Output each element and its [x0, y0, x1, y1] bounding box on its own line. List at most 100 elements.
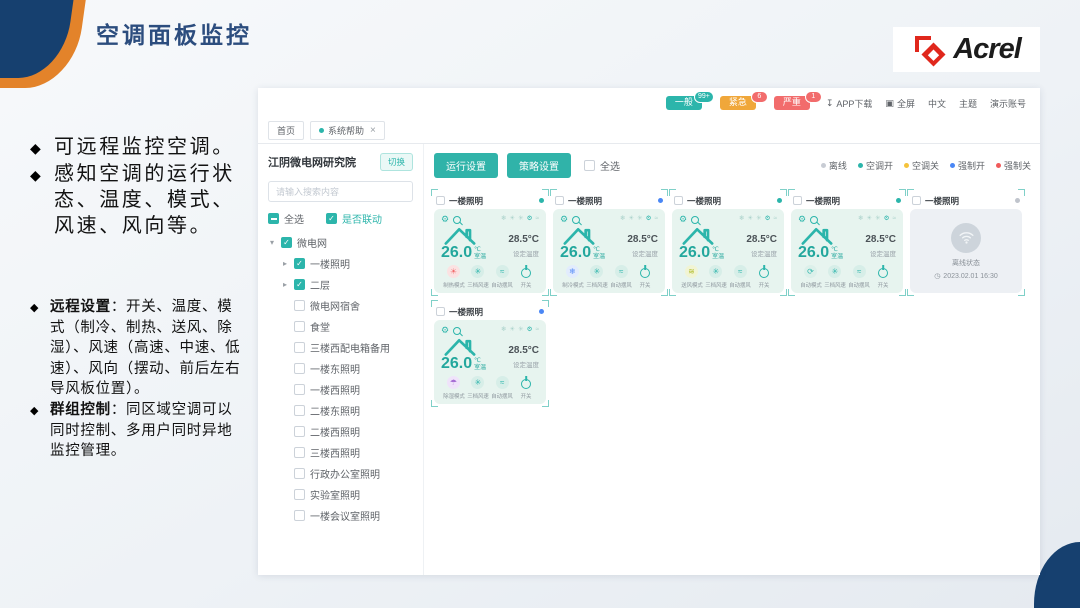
header-link[interactable]: 演示账号 [990, 97, 1026, 110]
card-checkbox[interactable] [674, 196, 683, 205]
zoom-icon[interactable] [572, 215, 581, 224]
header-link[interactable]: 中文 [928, 97, 946, 110]
power-button[interactable]: 开关 [515, 266, 538, 289]
settings-icon[interactable]: ⚙ [441, 215, 449, 224]
tree-checkbox[interactable] [294, 426, 305, 437]
card-checkbox[interactable] [436, 307, 445, 316]
ac-card[interactable]: 一楼照明 ⚙ ❄ ☀ ✳ ⚙ ≈ 26.0 ℃ 室温 [431, 189, 549, 296]
tree-checkbox[interactable] [294, 300, 305, 311]
caret-icon[interactable]: ▸ [281, 259, 289, 268]
tree-item[interactable]: 一楼西照明 [268, 379, 413, 400]
alarm-pill[interactable]: 紧急 6 [719, 90, 768, 111]
swing-button[interactable]: ≈ 自动摆风 [491, 265, 514, 289]
swing-button[interactable]: ≈ 自动摆风 [491, 376, 514, 400]
header-link[interactable]: 主题 [959, 97, 977, 110]
tree-checkbox[interactable] [294, 384, 305, 395]
tree-checkbox[interactable] [294, 258, 305, 269]
tree-item[interactable]: 二楼东照明 [268, 400, 413, 421]
swing-button[interactable]: ≈ 自动摆风 [848, 265, 871, 289]
tree-item[interactable]: 实验室照明 [268, 484, 413, 505]
close-icon[interactable]: × [370, 125, 376, 136]
tree-checkbox[interactable] [294, 342, 305, 353]
ac-card[interactable]: 一楼照明 ⚙ ❄ ☀ ✳ ⚙ ≈ 26.0 ℃ 室温 [550, 189, 668, 296]
mode-button[interactable]: ❄ 制冷模式 [561, 265, 584, 289]
search-input[interactable] [268, 181, 413, 202]
card-checkbox[interactable] [793, 196, 802, 205]
tree-item[interactable]: 行政办公室照明 [268, 463, 413, 484]
zoom-icon[interactable] [453, 215, 462, 224]
power-button[interactable]: 开关 [753, 266, 776, 289]
nav-tab[interactable]: 系统帮助 × [310, 121, 385, 140]
cards-select-all-checkbox[interactable] [584, 160, 595, 171]
fan-speed-button[interactable]: ✳ 三档风速 [823, 265, 846, 289]
mode-button[interactable]: ☂ 除湿模式 [442, 376, 465, 400]
mini-mode-icon: ✳ [875, 215, 881, 223]
zoom-icon[interactable] [691, 215, 700, 224]
settings-icon[interactable]: ⚙ [560, 215, 568, 224]
swing-icon: ≈ [614, 265, 628, 278]
mini-mode-icon: ≈ [535, 215, 539, 223]
power-icon [521, 268, 532, 278]
card-checkbox[interactable] [912, 196, 921, 205]
nav-tab[interactable]: 首页 [268, 121, 305, 140]
mode-button[interactable]: ≋ 送风模式 [680, 265, 703, 289]
fan-speed-button[interactable]: ✳ 三档风速 [704, 265, 727, 289]
linkage-checkbox[interactable] [326, 213, 337, 224]
tree-item[interactable]: 三楼西照明 [268, 442, 413, 463]
tree-item[interactable]: 二楼西照明 [268, 421, 413, 442]
bullet-item: ◆ 感知空调的运行状态、温度、模式、风速、风向等。 [30, 161, 246, 239]
tree-item[interactable]: ▾ 微电网 [268, 232, 413, 253]
tree-checkbox[interactable] [281, 237, 292, 248]
tree-checkbox[interactable] [294, 447, 305, 458]
card-checkbox[interactable] [436, 196, 445, 205]
header-link[interactable]: ▣ 全屏 [885, 97, 915, 110]
settings-icon[interactable]: ⚙ [441, 326, 449, 335]
power-button[interactable]: 开关 [515, 377, 538, 400]
tree-checkbox[interactable] [294, 468, 305, 479]
tree-item[interactable]: 食堂 [268, 316, 413, 337]
power-button[interactable]: 开关 [872, 266, 895, 289]
tree-checkbox[interactable] [294, 321, 305, 332]
caret-icon[interactable]: ▾ [268, 238, 276, 247]
card-checkbox[interactable] [555, 196, 564, 205]
caret-icon[interactable]: ▸ [281, 280, 289, 289]
ac-card[interactable]: 一楼照明 ⚙ ❄ ☀ ✳ ⚙ ≈ 26.0 ℃ 室温 [431, 300, 549, 407]
mode-button[interactable]: ☀ 制热模式 [442, 265, 465, 289]
settings-icon[interactable]: ⚙ [798, 215, 806, 224]
swing-button[interactable]: ≈ 自动摆风 [610, 265, 633, 289]
alarm-pill[interactable]: 严重 1 [773, 90, 822, 111]
power-icon [640, 268, 651, 278]
tree-item[interactable]: 微电网宿舍 [268, 295, 413, 316]
alarm-pill[interactable]: 一般 99+ [665, 90, 714, 111]
tree-item[interactable]: 一楼东照明 [268, 358, 413, 379]
swing-button[interactable]: ≈ 自动摆风 [729, 265, 752, 289]
fan-speed-button[interactable]: ✳ 三档风速 [466, 265, 489, 289]
mini-mode-icon: ⚙ [526, 215, 533, 223]
mode-button[interactable]: ⟳ 自动模式 [799, 265, 822, 289]
room-temperature: 26.0 ℃ 室温 [441, 244, 487, 261]
tree-item[interactable]: ▸ 一楼照明 [268, 253, 413, 274]
tree-item[interactable]: ▸ 二层 [268, 274, 413, 295]
ac-panel: ⚙ ❄ ☀ ✳ ⚙ ≈ 26.0 ℃ 室温 28.5°C 设定温度 [434, 320, 546, 404]
zoom-icon[interactable] [453, 326, 462, 335]
tree-checkbox[interactable] [294, 363, 305, 374]
tree-item[interactable]: 一楼会议室照明 [268, 505, 413, 526]
ac-card[interactable]: 一楼照明 ⚙ ❄ ☀ ✳ ⚙ ≈ 26.0 ℃ 室温 [788, 189, 906, 296]
tree-checkbox[interactable] [294, 510, 305, 521]
tree-checkbox[interactable] [294, 279, 305, 290]
policy-settings-button[interactable]: 策略设置 [507, 153, 571, 178]
header-link[interactable]: ↧ APP下载 [826, 97, 873, 110]
power-button[interactable]: 开关 [634, 266, 657, 289]
ac-card[interactable]: 一楼照明 ⚙ ❄ ☀ ✳ ⚙ ≈ 26.0 ℃ 室温 [669, 189, 787, 296]
zoom-icon[interactable] [810, 215, 819, 224]
tree-checkbox[interactable] [294, 489, 305, 500]
switch-org-button[interactable]: 切换 [379, 153, 413, 171]
settings-icon[interactable]: ⚙ [679, 215, 687, 224]
run-settings-button[interactable]: 运行设置 [434, 153, 498, 178]
tree-checkbox[interactable] [294, 405, 305, 416]
ac-card[interactable]: 一楼照明 离线状态 ◷ 2023.02.01 16:30 [907, 189, 1025, 296]
fan-speed-button[interactable]: ✳ 三档风速 [585, 265, 608, 289]
tree-item[interactable]: 三楼西配电箱备用 [268, 337, 413, 358]
fan-speed-button[interactable]: ✳ 三档风速 [466, 376, 489, 400]
select-all-checkbox[interactable] [268, 213, 279, 224]
